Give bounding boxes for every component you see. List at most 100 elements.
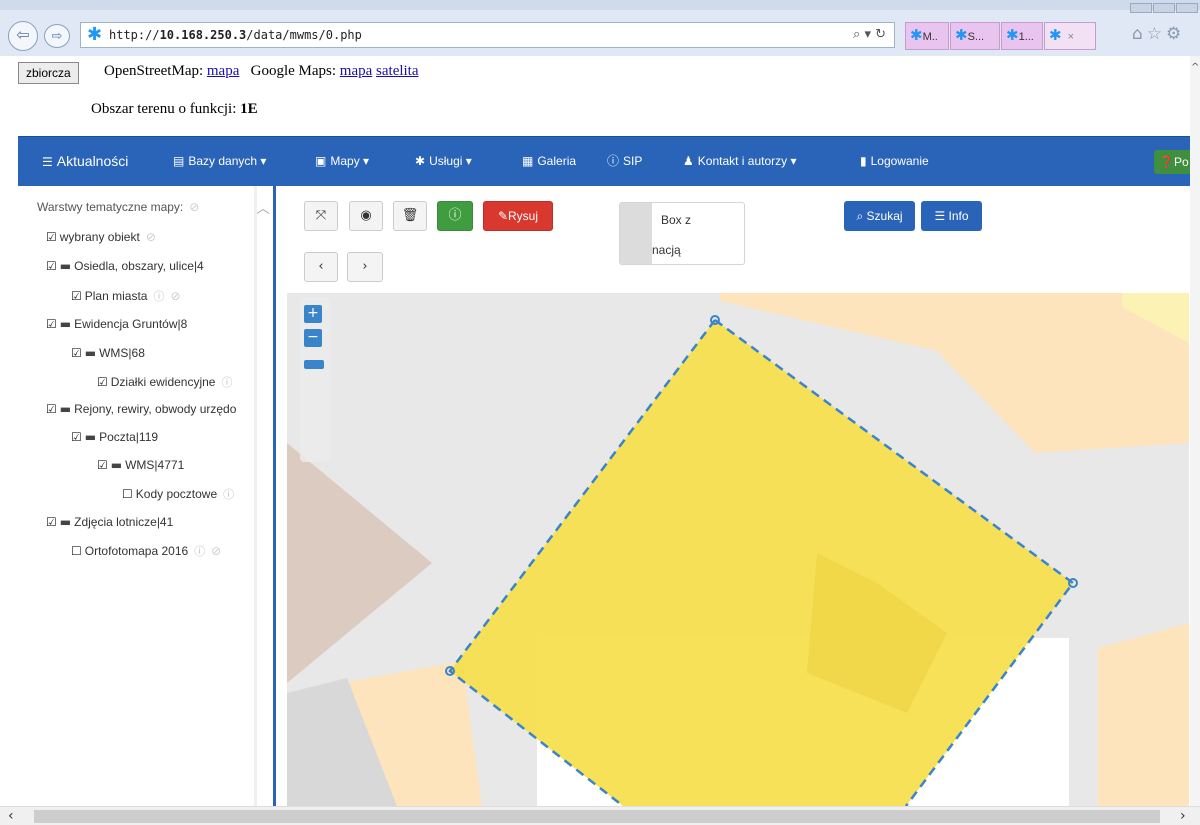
pencil-icon: ✎ <box>497 209 509 223</box>
title-strip <box>0 0 1200 10</box>
nav-item-galeria[interactable]: ▦ Galeria <box>522 137 576 187</box>
nav-label: Galeria <box>537 154 577 168</box>
info-circle-icon[interactable]: ⓘ <box>153 290 164 303</box>
user-icon: ♟ <box>683 154 694 168</box>
checked-box-icon[interactable]: ☑ <box>46 515 57 529</box>
checked-box-icon[interactable]: ☑ <box>71 346 82 360</box>
checked-box-icon[interactable]: ☑ <box>97 458 108 472</box>
scroll-right-icon[interactable]: › <box>1180 808 1186 824</box>
layer-folder[interactable]: ☑ ▬ Zdjęcia lotnicze|41 <box>46 515 173 529</box>
browser-tab-2[interactable]: ✱S... <box>950 22 1000 50</box>
terrain-function-line: Obszar terenu o funkcji: 1E <box>91 101 258 118</box>
zbiorcza-button[interactable]: zbiorcza <box>18 62 79 84</box>
nav-item-kontakt[interactable]: ♟ Kontakt i autorzy ▾ <box>683 137 797 187</box>
nav-item-bazy-danych[interactable]: ▤ Bazy danych ▾ <box>173 137 266 187</box>
nav-item-logowanie[interactable]: ▮ Logowanie <box>860 137 929 187</box>
layer-item[interactable]: ☑ Plan miasta ⓘ ⊘ <box>71 288 181 304</box>
minimize-button[interactable] <box>1130 3 1152 13</box>
search-button[interactable]: ⌕ Szukaj <box>844 201 915 231</box>
nav-item-uslugi[interactable]: ✱ Usługi ▾ <box>415 137 472 187</box>
layer-folder[interactable]: ☑ ▬ Osiedla, obszary, ulice|4 <box>46 259 204 273</box>
nav-item-sip[interactable]: ⓘ SIP <box>607 137 642 187</box>
layers-header: Warstwy tematyczne mapy: ⊘ <box>37 200 199 214</box>
page-vertical-scrollbar[interactable]: ^ <box>1190 56 1200 806</box>
collapse-up-icon[interactable]: ︿ <box>256 198 270 218</box>
search-label: Szukaj <box>866 209 903 223</box>
layers-header-label: Warstwy tematyczne mapy: <box>37 200 184 214</box>
grid-icon: ▦ <box>522 154 534 168</box>
back-button[interactable]: ⇦ <box>8 21 38 51</box>
info-circle-icon[interactable]: ⓘ <box>221 376 232 389</box>
nav-item-aktualnosci[interactable]: ☰ Aktualności <box>42 137 128 187</box>
google-map-link[interactable]: mapa <box>340 63 372 79</box>
fullscreen-button[interactable]: ⤧ <box>304 201 338 231</box>
zoom-control: + − <box>300 297 330 462</box>
draw-button[interactable]: ✎Rysuj <box>483 201 553 231</box>
next-view-button[interactable]: › <box>347 252 383 282</box>
globe-button[interactable]: ◉ <box>349 201 383 231</box>
layer-folder[interactable]: ☑ ▬ Ewidencja Gruntów|8 <box>46 317 187 331</box>
zoom-out-button[interactable]: − <box>304 329 322 347</box>
info-icon: ⓘ <box>607 154 620 168</box>
layer-item[interactable]: ☐ Kody pocztowe ⓘ <box>122 486 234 502</box>
checked-box-icon[interactable]: ☑ <box>46 230 57 244</box>
layer-item[interactable]: ☐ Ortofotomapa 2016 ⓘ ⊘ <box>71 543 221 559</box>
layer-folder[interactable]: ☑ ▬ Poczta|119 <box>71 430 158 444</box>
search-refresh-icon[interactable]: ⌕ ▾ ↻ <box>853 23 886 47</box>
clear-button[interactable]: 🗑 <box>393 201 427 231</box>
close-window-button[interactable] <box>1176 3 1198 13</box>
terrain-value: 1E <box>240 101 258 117</box>
browser-tab-3[interactable]: ✱1... <box>1001 22 1043 50</box>
tab-favicon-icon: ✱ <box>910 27 923 44</box>
eye-slash-icon[interactable]: ⊘ <box>146 230 156 244</box>
eye-slash-icon[interactable]: ⊘ <box>211 544 221 558</box>
draw-label: Rysuj <box>508 209 539 223</box>
browser-tab-1[interactable]: ✱M.. <box>905 22 949 50</box>
checked-box-icon[interactable]: ☑ <box>71 430 82 444</box>
checked-box-icon[interactable]: ☑ <box>71 289 82 303</box>
layer-folder[interactable]: ☑ ▬ Rejony, rewiry, obwody urzędo <box>46 402 260 416</box>
info-circle-icon[interactable]: ⓘ <box>223 488 234 501</box>
previous-view-button[interactable]: ‹ <box>304 252 338 282</box>
checked-box-icon[interactable]: ☑ <box>46 317 57 331</box>
checked-box-icon[interactable]: ☑ <box>97 375 108 389</box>
home-star-gear-icon[interactable]: ⌂☆⚙ <box>1132 24 1185 44</box>
nav-label: Kontakt i autorzy <box>697 154 788 168</box>
layer-item[interactable]: ☑ wybrany obiekt ⊘ <box>46 230 156 244</box>
google-satellite-link[interactable]: satelita <box>376 63 418 79</box>
empty-box-icon[interactable]: ☐ <box>71 544 82 558</box>
folder-open-icon: ▬ <box>84 430 97 444</box>
forward-button[interactable]: ⇨ <box>44 24 70 48</box>
checked-box-icon[interactable]: ☑ <box>46 402 57 416</box>
layer-folder[interactable]: ☑ ▬ WMS|68 <box>71 346 145 360</box>
scroll-left-icon[interactable]: ‹ <box>8 808 14 824</box>
eye-slash-icon[interactable]: ⊘ <box>170 289 180 303</box>
scroll-up-icon[interactable]: ^ <box>1191 62 1199 80</box>
map-canvas[interactable] <box>287 293 1189 806</box>
browser-tab-active[interactable]: ✱ × <box>1044 22 1096 50</box>
eye-slash-icon[interactable]: ⊘ <box>189 200 199 214</box>
address-bar[interactable]: ✱ http://10.168.250.3/data/mwms/0.php ⌕ … <box>80 22 895 48</box>
info-list-button[interactable]: ☰ Info <box>921 201 982 231</box>
osm-map-link[interactable]: mapa <box>207 63 239 79</box>
box-panel[interactable]: Box z nacją <box>619 202 745 265</box>
checked-box-icon[interactable]: ☑ <box>46 259 57 273</box>
zoom-in-button[interactable]: + <box>304 305 322 323</box>
tab-close-icon[interactable]: × <box>1068 31 1074 43</box>
info-button[interactable]: ⓘ <box>437 201 473 231</box>
help-button[interactable]: ❓Po <box>1154 150 1194 174</box>
map-layers <box>287 293 1189 806</box>
zoom-slider-handle[interactable] <box>304 360 324 369</box>
nav-label: Bazy danych <box>188 154 258 168</box>
layer-folder[interactable]: ☑ ▬ WMS|4771 <box>97 458 184 472</box>
info-icon: ⓘ <box>448 208 462 223</box>
maximize-button[interactable] <box>1153 3 1175 13</box>
layer-item[interactable]: ☑ Działki ewidencyjne ⓘ <box>97 374 232 390</box>
sidebar-scrollbar[interactable] <box>254 186 257 806</box>
page-horizontal-scrollbar[interactable]: ‹ › <box>0 806 1200 825</box>
empty-box-icon[interactable]: ☐ <box>122 487 133 501</box>
horizontal-scroll-thumb[interactable] <box>34 810 1160 823</box>
nav-item-mapy[interactable]: ▣ Mapy ▾ <box>315 137 369 187</box>
tab-label: 1... <box>1018 31 1034 43</box>
info-circle-icon[interactable]: ⓘ <box>194 545 205 558</box>
